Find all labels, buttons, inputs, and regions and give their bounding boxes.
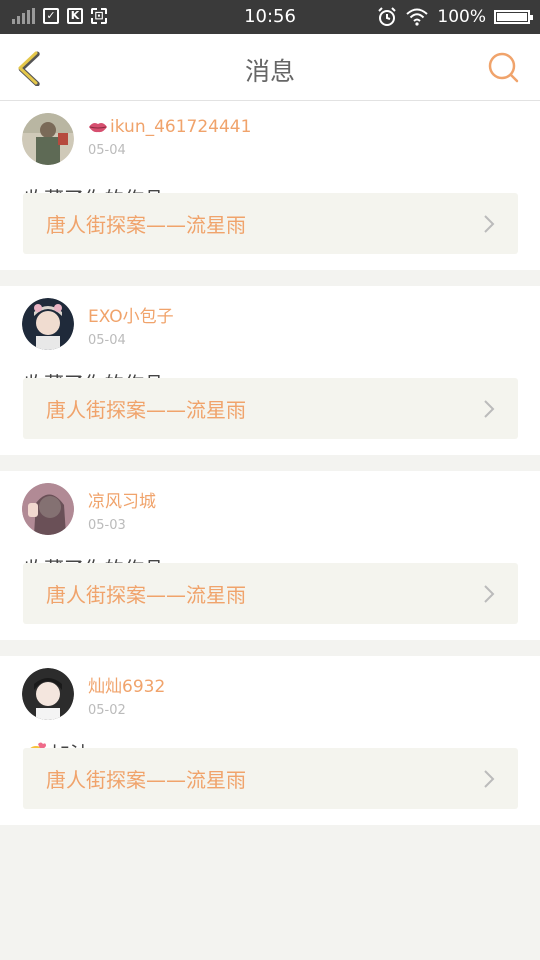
work-link[interactable]: 唐人街探案——流星雨 bbox=[23, 563, 518, 624]
status-bar: ✓ K ⊡ 10:56 100% bbox=[0, 0, 540, 34]
chevron-right-icon bbox=[484, 769, 495, 788]
username[interactable]: ikun_461724441 bbox=[88, 117, 251, 137]
chevron-right-icon bbox=[484, 584, 495, 603]
avatar[interactable] bbox=[22, 483, 74, 535]
message-date: 05-03 bbox=[88, 518, 126, 533]
lips-icon bbox=[89, 123, 107, 133]
work-title: 唐人街探案——流星雨 bbox=[46, 583, 246, 607]
work-title: 唐人街探案——流星雨 bbox=[46, 768, 246, 792]
chevron-right-icon bbox=[484, 399, 495, 418]
status-icons-right: 100% bbox=[377, 7, 533, 27]
message-card: EXO小包子 05-04 收藏了你的作品 唐人街探案——流星雨 bbox=[0, 286, 540, 455]
avatar[interactable] bbox=[22, 113, 74, 165]
wifi-icon bbox=[406, 8, 429, 26]
chevron-right-icon bbox=[484, 214, 495, 233]
message-card: 凉风习城 05-03 收藏了你的作品 唐人街探案——流星雨 bbox=[0, 471, 540, 640]
page-title: 消息 bbox=[244, 57, 295, 86]
battery-percent: 100% bbox=[437, 7, 486, 27]
avatar[interactable] bbox=[22, 298, 74, 350]
work-title: 唐人街探案——流星雨 bbox=[46, 213, 246, 237]
battery-icon bbox=[494, 10, 533, 24]
username[interactable]: 凉风习城 bbox=[88, 487, 156, 512]
username[interactable]: 灿灿6932 bbox=[88, 672, 165, 697]
work-link[interactable]: 唐人街探案——流星雨 bbox=[23, 193, 518, 254]
navigation-bar: 消息 bbox=[0, 34, 540, 101]
username-text: ikun_461724441 bbox=[110, 117, 252, 137]
alarm-icon bbox=[378, 7, 397, 26]
message-card: 灿灿6932 05-02 加油 唐人街探案——流星雨 bbox=[0, 656, 540, 825]
search-button[interactable] bbox=[488, 52, 520, 84]
work-link[interactable]: 唐人街探案——流星雨 bbox=[23, 748, 518, 809]
message-date: 05-02 bbox=[88, 703, 126, 718]
username[interactable]: EXO小包子 bbox=[88, 302, 174, 327]
work-link[interactable]: 唐人街探案——流星雨 bbox=[23, 378, 518, 439]
message-date: 05-04 bbox=[88, 143, 126, 158]
work-title: 唐人街探案——流星雨 bbox=[46, 398, 246, 422]
avatar[interactable] bbox=[22, 668, 74, 720]
message-date: 05-04 bbox=[88, 333, 126, 348]
message-card: ikun_461724441 05-04 收藏了你的作品 唐人街探案——流星雨 bbox=[0, 101, 540, 270]
